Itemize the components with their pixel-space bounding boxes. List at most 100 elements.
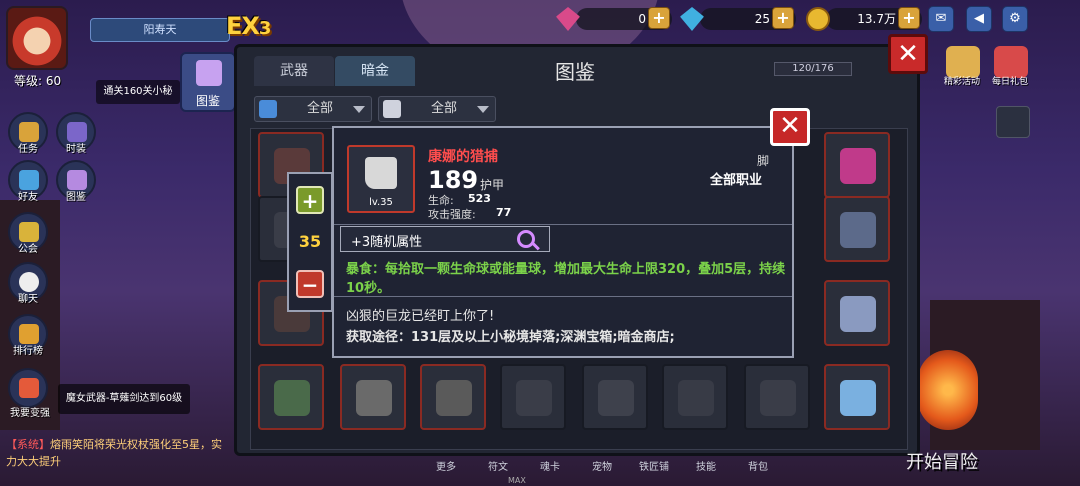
nav-pet[interactable]: 宠物	[576, 458, 628, 473]
stat-attack-value: 77	[496, 206, 512, 219]
item-cell[interactable]	[582, 364, 648, 430]
item-cell[interactable]	[744, 364, 810, 430]
nav-skill[interactable]: 技能	[680, 458, 732, 473]
item-class: 全部职业	[710, 173, 763, 188]
item-portrait: lv.35	[347, 145, 415, 213]
item-icon	[678, 380, 714, 416]
item-cell[interactable]	[662, 364, 728, 430]
exp-badge[interactable]: EX3	[226, 12, 280, 44]
quest-tracker[interactable]: 魔女武器-草薙剑达到60级	[58, 384, 190, 414]
gold-coin-icon	[806, 7, 830, 31]
demon-filter-icon	[383, 100, 401, 118]
divider	[334, 224, 792, 225]
codex-book-icon	[196, 60, 222, 86]
item-slot: 脚	[757, 154, 770, 168]
grid-filter-icon	[259, 100, 277, 118]
player-level: 等级: 60	[14, 74, 62, 88]
costume-label: 时装	[66, 144, 86, 155]
item-icon	[356, 380, 392, 416]
nav-blacksmith[interactable]: 铁匠铺	[628, 458, 680, 473]
system-message: 【系统】熔雨笑陌将荣光权杖强化至5星，实力大大提升	[6, 436, 226, 470]
diamond-icon	[680, 7, 704, 31]
increase-button[interactable]: +	[296, 186, 324, 214]
power-up-button[interactable]	[8, 368, 48, 408]
tab-dark-gold[interactable]: 暗金	[335, 56, 415, 86]
item-icon	[516, 380, 552, 416]
nav-soul-card[interactable]: 魂卡	[524, 458, 576, 473]
power-up-label: 我要变强	[10, 408, 50, 419]
item-lore: 凶狠的巨龙已经盯上你了!	[346, 309, 495, 324]
power-up-icon	[19, 378, 39, 398]
gear-icon: ⚙	[1009, 11, 1021, 26]
chevron-down-icon	[477, 106, 489, 113]
item-icon	[274, 380, 310, 416]
nav-bag[interactable]: 背包	[732, 458, 784, 473]
chat-icon	[19, 272, 39, 292]
gift-label: 每日礼包	[991, 77, 1028, 87]
item-icon	[598, 380, 634, 416]
item-cell[interactable]	[258, 364, 324, 430]
decrease-button[interactable]: −	[296, 270, 324, 298]
add-gold-button[interactable]: +	[898, 7, 920, 29]
tab-weapon[interactable]: 武器	[254, 56, 334, 86]
item-icon	[840, 380, 876, 416]
settings-button[interactable]: ⚙	[1002, 6, 1028, 32]
system-tag: 【系统】	[6, 438, 50, 451]
item-cell[interactable]	[824, 132, 890, 198]
ranking-label: 排行榜	[13, 346, 43, 357]
friends-icon	[19, 170, 39, 190]
add-diamond-button[interactable]: +	[772, 7, 794, 29]
guild-label: 公会	[18, 244, 38, 255]
filter-class[interactable]: 全部	[378, 96, 496, 122]
nav-rune[interactable]: 符文	[472, 458, 524, 473]
player-avatar[interactable]	[6, 6, 68, 70]
chat-label: 聊天	[18, 294, 38, 305]
codex-title: 图鉴	[555, 60, 595, 84]
item-cell[interactable]	[420, 364, 486, 430]
ghost-helper-button[interactable]	[996, 106, 1030, 138]
item-cell[interactable]	[824, 196, 890, 262]
mail-icon: ✉	[935, 11, 947, 26]
quantity-value: 35	[298, 232, 322, 251]
item-name: 康娜的猎捕	[428, 149, 498, 165]
item-armor-value: 189	[428, 166, 479, 194]
item-cell[interactable]	[340, 364, 406, 430]
item-level: lv.35	[369, 197, 393, 208]
mail-button[interactable]: ✉	[928, 6, 954, 32]
ranking-icon	[19, 324, 39, 344]
add-gem-button[interactable]: +	[648, 7, 670, 29]
codex-icon	[67, 170, 87, 190]
item-effect: 暴食：每拾取一颗生命球或能量球，增加最大生命上限320，叠加5层，持续10秒。	[346, 262, 786, 296]
item-icon	[436, 380, 472, 416]
filter-class-label: 全部	[430, 101, 457, 116]
codex-button[interactable]: 图鉴	[180, 52, 236, 112]
announcement-button[interactable]: ◀	[966, 6, 992, 32]
chevron-down-icon	[353, 106, 365, 113]
nav-more[interactable]: 更多	[420, 458, 472, 473]
item-cell[interactable]	[500, 364, 566, 430]
stat-hp-value: 523	[468, 192, 491, 205]
start-adventure-button[interactable]: 开始冒险	[906, 448, 1006, 478]
filter-category[interactable]: 全部	[254, 96, 372, 122]
item-cell[interactable]	[824, 364, 890, 430]
stat-attack-label: 攻击强度:	[428, 208, 476, 221]
item-source: 获取途径：131层及以上小秘境掉落;深渊宝箱;暗金商店;	[346, 330, 675, 345]
megaphone-icon: ◀	[974, 11, 984, 26]
random-attribute-label: +3随机属性	[351, 235, 423, 250]
boot-icon	[365, 157, 397, 189]
bottom-nav: 更多 符文 魂卡 宠物 铁匠铺 技能 背包	[420, 458, 840, 476]
item-icon	[840, 212, 876, 248]
lava-portal	[918, 350, 978, 430]
close-codex-button[interactable]: ✕	[888, 34, 928, 74]
player-name: 阳寿天	[90, 18, 230, 42]
magnifier-icon[interactable]	[517, 230, 540, 251]
stage-clear-notice: 通关160关小秘	[96, 80, 180, 104]
item-icon	[840, 296, 876, 332]
friends-label: 好友	[18, 192, 38, 203]
random-attribute-box[interactable]: +3随机属性	[340, 226, 550, 252]
costume-icon	[67, 122, 87, 142]
codex-button-label: 图鉴	[195, 94, 220, 108]
item-cell[interactable]	[824, 280, 890, 346]
item-armor-label: 护甲	[480, 178, 505, 192]
close-card-button[interactable]: ✕	[770, 108, 810, 146]
